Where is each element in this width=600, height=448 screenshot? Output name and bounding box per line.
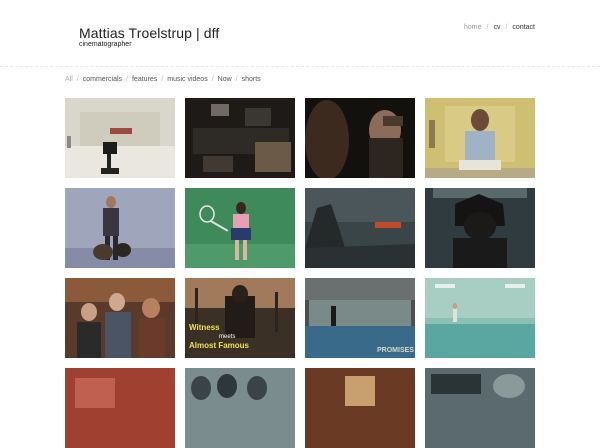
site-subtitle: cinematographer bbox=[79, 41, 132, 48]
filter-separator: / bbox=[76, 76, 79, 83]
filter-separator: / bbox=[211, 76, 214, 83]
thumb-row4-warm[interactable] bbox=[305, 368, 415, 448]
filter-shorts[interactable]: shorts bbox=[242, 76, 261, 83]
thumbnail-image bbox=[305, 188, 415, 268]
thumbnail-image: Witness meets Almost Famous bbox=[185, 278, 295, 358]
thumbnail-image bbox=[185, 368, 295, 448]
filter-commercials[interactable]: commercials bbox=[83, 76, 122, 83]
thumb-woman-horse[interactable] bbox=[305, 98, 415, 178]
thumbnail-image: PROMISES bbox=[305, 278, 415, 358]
thumb-empty-room-camera[interactable] bbox=[65, 98, 175, 178]
nav-separator: / bbox=[505, 24, 508, 31]
thumb-dark-landscape[interactable] bbox=[305, 188, 415, 268]
nav-separator: / bbox=[486, 24, 489, 31]
filter-separator: / bbox=[126, 76, 128, 83]
thumb-row4-car[interactable] bbox=[425, 368, 535, 448]
thumb-man-yellow-room[interactable] bbox=[425, 98, 535, 178]
thumb-tennis-player[interactable] bbox=[185, 188, 295, 268]
filter-all[interactable]: All bbox=[65, 76, 73, 83]
filter-separator: / bbox=[161, 76, 164, 83]
thumb-hooded-figure[interactable] bbox=[425, 188, 535, 268]
thumbnail-image bbox=[425, 368, 535, 448]
brand[interactable]: Mattias Troelstrup | dff cinematographer bbox=[79, 25, 219, 49]
thumb-teal-pool[interactable] bbox=[425, 278, 535, 358]
filter-separator: / bbox=[235, 76, 238, 83]
thumbnail-image bbox=[65, 188, 175, 268]
filter-music-videos[interactable]: music videos bbox=[167, 76, 207, 83]
thumbnail-image bbox=[185, 98, 295, 178]
thumb-row4-red[interactable] bbox=[65, 368, 175, 448]
thumbnail-image bbox=[65, 278, 175, 358]
overlay-text: meets bbox=[219, 334, 235, 340]
thumbnail-image bbox=[305, 98, 415, 178]
category-filter: All / commercials / features / music vid… bbox=[65, 76, 261, 83]
overlay-text: Almost Famous bbox=[189, 341, 250, 350]
portfolio-page: Mattias Troelstrup | dff cinematographer… bbox=[0, 0, 600, 448]
thumbnail-image bbox=[425, 98, 535, 178]
filter-now[interactable]: Now bbox=[218, 76, 232, 83]
thumb-witness-almost-famous[interactable]: Witness meets Almost Famous bbox=[185, 278, 295, 358]
top-navigation: home / cv / contact bbox=[464, 24, 535, 31]
thumbnail-image bbox=[185, 188, 295, 268]
thumb-man-dogs[interactable] bbox=[65, 188, 175, 268]
thumbnail-image bbox=[425, 278, 535, 358]
nav-home-link[interactable]: home bbox=[464, 24, 482, 31]
header-divider bbox=[0, 66, 600, 67]
thumb-row4-helmets[interactable] bbox=[185, 368, 295, 448]
thumb-people-restaurant[interactable] bbox=[65, 278, 175, 358]
thumb-studio-set[interactable] bbox=[185, 98, 295, 178]
site-title[interactable]: Mattias Troelstrup | dff bbox=[79, 25, 219, 41]
nav-contact-link[interactable]: contact bbox=[512, 24, 535, 31]
thumbnail-image bbox=[425, 188, 535, 268]
thumbnail-image bbox=[305, 368, 415, 448]
nav-cv-link[interactable]: cv bbox=[493, 24, 500, 31]
thumbnail-image bbox=[65, 98, 175, 178]
overlay-text: PROMISES bbox=[377, 347, 414, 354]
overlay-text: Witness bbox=[189, 323, 220, 332]
thumb-pool-house[interactable]: PROMISES bbox=[305, 278, 415, 358]
thumbnail-image bbox=[65, 368, 175, 448]
filter-features[interactable]: features bbox=[132, 76, 157, 83]
